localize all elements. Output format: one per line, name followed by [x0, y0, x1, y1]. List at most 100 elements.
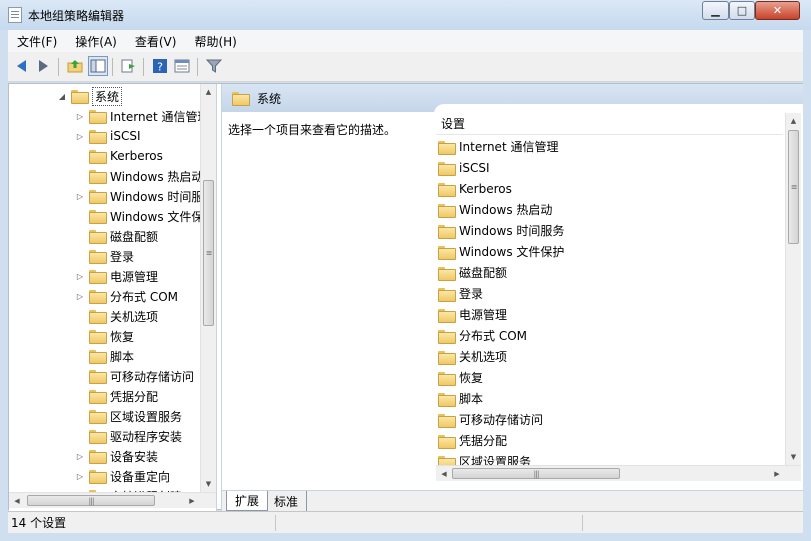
scroll-thumb[interactable]: ≡: [788, 130, 799, 244]
tree-item[interactable]: Kerberos: [75, 146, 163, 166]
list-item[interactable]: Kerberos: [438, 178, 512, 199]
list-item-label: Kerberos: [459, 181, 512, 196]
folder-icon: [438, 308, 456, 323]
tree-item-label: 设备安装: [110, 449, 159, 464]
tree-horizontal-scrollbar[interactable]: ◀ ||| ▶: [9, 492, 216, 508]
expand-arrow-icon[interactable]: ▷: [75, 472, 85, 481]
menu-file[interactable]: 文件(F): [8, 33, 66, 50]
scroll-right-icon[interactable]: ▶: [769, 466, 785, 481]
column-header-settings[interactable]: 设置: [436, 113, 783, 135]
expand-arrow-icon[interactable]: ▷: [75, 452, 85, 461]
list-item[interactable]: Windows 热启动: [438, 199, 552, 220]
list-item[interactable]: 可移动存储访问: [438, 409, 543, 430]
folder-icon: [89, 150, 107, 164]
properties-button[interactable]: [172, 56, 192, 76]
tree-item[interactable]: ▷ 设备重定向: [75, 466, 170, 486]
tree-item[interactable]: ▷ 分布式 COM: [75, 286, 178, 306]
tree-item-label: 分布式 COM: [110, 289, 178, 304]
show-hide-tree-button[interactable]: [88, 56, 108, 76]
list-item[interactable]: 关机选项: [438, 346, 507, 367]
list-item[interactable]: Internet 通信管理: [438, 136, 558, 157]
scroll-down-icon[interactable]: ▼: [786, 449, 801, 465]
tree-item-label: 设备重定向: [110, 469, 171, 484]
tree-item[interactable]: 凭据分配: [75, 386, 158, 406]
app-icon: [8, 7, 22, 23]
folder-icon: [438, 182, 456, 197]
list-item[interactable]: 磁盘配额: [438, 262, 507, 283]
tree-item-label: 关机选项: [110, 309, 159, 324]
list-item[interactable]: 脚本: [438, 388, 483, 409]
back-button[interactable]: [11, 56, 31, 76]
list-vertical-scrollbar[interactable]: ▲ ≡ ▼: [785, 113, 801, 465]
folder-icon: [89, 230, 107, 244]
list-item[interactable]: 凭据分配: [438, 430, 507, 451]
scroll-up-icon[interactable]: ▲: [201, 84, 216, 100]
folder-icon: [438, 371, 456, 386]
tree-item[interactable]: ▷ iSCSI: [75, 126, 141, 146]
tree-item[interactable]: 区域设置服务: [75, 406, 182, 426]
scroll-thumb[interactable]: |||: [452, 468, 620, 479]
scroll-up-icon[interactable]: ▲: [786, 113, 801, 129]
tree-item[interactable]: Windows 文件保护: [75, 206, 215, 226]
menu-help[interactable]: 帮助(H): [185, 33, 245, 50]
tree-vertical-scrollbar[interactable]: ▲ ≡ ▼: [200, 84, 216, 492]
list-item[interactable]: 登录: [438, 283, 483, 304]
list-item[interactable]: 电源管理: [438, 304, 507, 325]
scroll-left-icon[interactable]: ◀: [9, 493, 25, 508]
properties-icon: [174, 59, 190, 73]
tree-item[interactable]: 脚本: [75, 346, 134, 366]
scroll-thumb[interactable]: |||: [27, 495, 155, 506]
content-header-title: 系统: [257, 91, 282, 106]
list-horizontal-scrollbar[interactable]: ◀ ||| ▶: [436, 465, 801, 481]
tree-item-root[interactable]: ◢ 系统: [57, 86, 123, 106]
list-item[interactable]: Windows 文件保护: [438, 241, 564, 262]
tree-item[interactable]: 可移动存储访问: [75, 366, 194, 386]
scroll-thumb[interactable]: ≡: [203, 180, 214, 326]
folder-icon: [71, 90, 89, 104]
tree-item[interactable]: ▷ Windows 时间服务: [75, 186, 215, 206]
close-button[interactable]: ✕: [755, 1, 800, 20]
up-level-button[interactable]: [65, 56, 85, 76]
tree-item-label: 磁盘配额: [110, 229, 159, 244]
forward-button[interactable]: [33, 56, 53, 76]
tree-item[interactable]: 关机选项: [75, 306, 158, 326]
scroll-right-icon[interactable]: ▶: [184, 493, 200, 508]
maximize-button[interactable]: □: [729, 1, 755, 20]
view-tabs: 扩展 标准: [222, 490, 803, 511]
minimize-button[interactable]: ▁: [702, 1, 729, 20]
expand-arrow-icon[interactable]: ▷: [75, 132, 85, 141]
folder-icon: [89, 330, 107, 344]
tree-item[interactable]: 登录: [75, 246, 134, 266]
tab-standard[interactable]: 标准: [266, 491, 308, 511]
expand-arrow-icon[interactable]: ▷: [75, 112, 85, 121]
tree-item-label: Windows 热启动: [110, 169, 204, 184]
list-item-label: Windows 文件保护: [459, 245, 565, 259]
tree-item[interactable]: ▷ 电源管理: [75, 266, 158, 286]
tree-item[interactable]: ▷ Internet 通信管理: [75, 106, 209, 126]
expand-arrow-icon[interactable]: ▷: [75, 272, 85, 281]
expand-arrow-icon[interactable]: ▷: [75, 192, 85, 201]
scroll-down-icon[interactable]: ▼: [201, 476, 216, 492]
tree-item[interactable]: Windows 热启动: [75, 166, 203, 186]
folder-icon: [438, 266, 456, 281]
tree-item[interactable]: ▷ 设备安装: [75, 446, 158, 466]
tree-item[interactable]: 恢复: [75, 326, 134, 346]
tree-item[interactable]: 磁盘配额: [75, 226, 158, 246]
expand-arrow-icon[interactable]: ▷: [75, 292, 85, 301]
export-list-button[interactable]: [119, 56, 139, 76]
list-item[interactable]: iSCSI: [438, 157, 490, 178]
list-item[interactable]: 分布式 COM: [438, 325, 527, 346]
filter-button[interactable]: [204, 56, 224, 76]
menu-view[interactable]: 查看(V): [126, 33, 186, 50]
list-item[interactable]: 恢复: [438, 367, 483, 388]
close-icon: ✕: [772, 4, 783, 17]
folder-icon: [438, 203, 456, 218]
tab-extended[interactable]: 扩展: [226, 491, 269, 511]
scroll-left-icon[interactable]: ◀: [436, 466, 452, 481]
description-text: 选择一个项目来查看它的描述。: [228, 123, 397, 137]
tree-item[interactable]: 驱动程序安装: [75, 426, 182, 446]
folder-icon: [438, 413, 456, 428]
menu-action[interactable]: 操作(A): [66, 33, 126, 50]
help-button[interactable]: ?: [150, 56, 170, 76]
list-item[interactable]: Windows 时间服务: [438, 220, 564, 241]
